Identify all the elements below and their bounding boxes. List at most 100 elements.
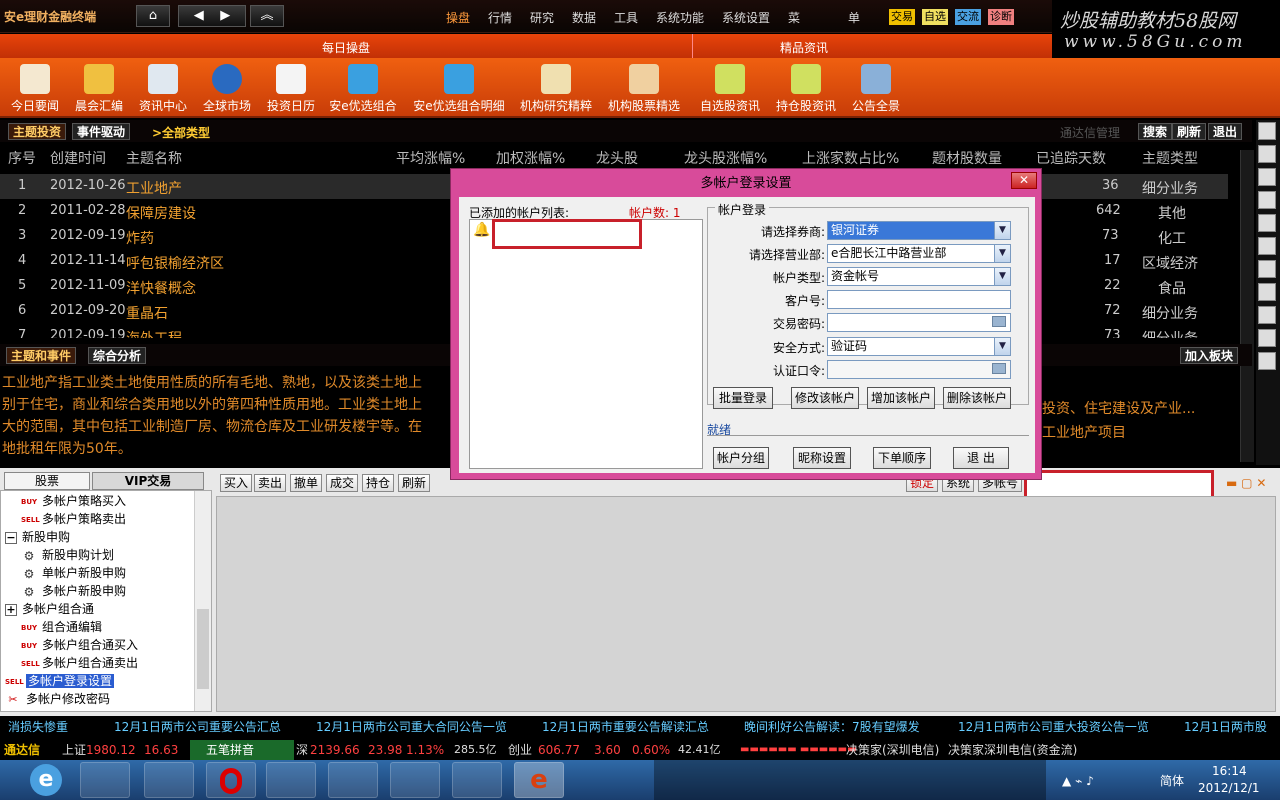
f12-icon[interactable] — [1258, 306, 1276, 324]
modify-account-button[interactable]: 修改该帐户 — [791, 387, 859, 409]
ticker-item[interactable]: 12月1日两市公司重大投资公告一览 — [958, 716, 1149, 738]
ime-indicator[interactable]: 五笔拼音 — [190, 740, 294, 760]
order-sequence-button[interactable]: 下单顺序 — [873, 447, 931, 469]
tray-icons[interactable]: ▲ ⌁ ♪ — [1062, 774, 1094, 788]
ticker-item[interactable]: 12月1日两市重要公告解读汇总 — [542, 716, 709, 738]
ribbon-stock-picks[interactable]: 机构股票精选 — [604, 58, 684, 118]
ribbon-optimal-portfolio[interactable]: 安e优选组合 — [326, 58, 400, 118]
menu-system-settings[interactable]: 系统设置 — [722, 9, 770, 26]
tree-item[interactable]: BUY 多帐户策略买入 — [21, 492, 126, 510]
clock-time[interactable]: 16:14 — [1212, 764, 1247, 778]
collapse-icon[interactable]: − — [5, 531, 17, 544]
f10-icon[interactable] — [1258, 237, 1276, 255]
image-viewer-icon[interactable] — [328, 762, 378, 798]
ribbon-watchlist-news[interactable]: 自选股资讯 — [696, 58, 764, 118]
tab-theme-investment[interactable]: 主题投资 — [8, 123, 67, 140]
chevron-down-icon[interactable]: ▼ — [994, 268, 1010, 285]
ribbon-holdings-news[interactable]: 持仓股资讯 — [774, 58, 838, 118]
account-type-select[interactable]: 资金帐号 ▼ — [827, 267, 1011, 286]
add-account-button[interactable]: 增加该帐户 — [867, 387, 935, 409]
tab-event-driven[interactable]: 事件驱动 — [72, 123, 131, 140]
tree-item[interactable]: BUY 多帐户组合通买入 — [21, 636, 138, 654]
volume-icon[interactable]: ♪ — [1086, 774, 1094, 788]
tab-vip-trade[interactable]: VIP交易 — [92, 472, 204, 490]
tree-item[interactable]: ⚙ 新股申购计划 — [21, 546, 114, 564]
sell-button[interactable]: 卖出 — [254, 474, 287, 492]
keyboard-icon[interactable] — [992, 316, 1006, 327]
account-list[interactable]: 🔔 — [469, 219, 703, 469]
chevron-down-icon[interactable]: ▼ — [994, 245, 1010, 262]
tree-item-selected[interactable]: SELL 多帐户登录设置 — [5, 672, 115, 690]
home-button[interactable]: ⌂ — [136, 5, 170, 27]
tree-item[interactable]: SELL 多帐户组合通卖出 — [21, 654, 138, 672]
filled-button[interactable]: 成交 — [326, 474, 359, 492]
ticker-item[interactable]: 消损失惨重 — [8, 716, 68, 738]
menu-shuju[interactable]: 数据 — [572, 9, 596, 26]
report-icon[interactable] — [1258, 283, 1276, 301]
ticker-item[interactable]: 12月1日两市公司重要公告汇总 — [114, 716, 281, 738]
tree-item[interactable]: − 新股申购 — [5, 528, 70, 546]
menu-caopan[interactable]: 操盘 — [446, 9, 470, 26]
network-icon[interactable]: ⌁ — [1075, 774, 1082, 788]
nickname-button[interactable]: 昵称设置 — [793, 447, 851, 469]
token-input[interactable] — [827, 360, 1011, 379]
menu-dan[interactable]: 单 — [848, 9, 860, 26]
ticker-item[interactable]: 12月1日两市股 — [1184, 716, 1267, 738]
tree-item[interactable]: BUY 组合通编辑 — [21, 618, 102, 636]
delete-account-button[interactable]: 删除该帐户 — [943, 387, 1011, 409]
ribbon-global-market[interactable]: 全球市场 — [198, 58, 256, 118]
search-icon[interactable] — [1258, 352, 1276, 370]
window-controls[interactable]: ▬ ▢ ✕ — [1226, 476, 1266, 490]
chart-icon[interactable] — [1258, 168, 1276, 186]
explorer-icon[interactable] — [80, 762, 130, 798]
ribbon-today-news[interactable]: 今日要闻 — [4, 58, 66, 118]
monitor-icon[interactable] — [144, 762, 194, 798]
candle-icon[interactable] — [1258, 191, 1276, 209]
minimize-icon[interactable]: ▬ — [1226, 476, 1237, 490]
security-select[interactable]: 验证码 ▼ — [827, 337, 1011, 356]
doc-icon[interactable] — [1258, 260, 1276, 278]
list-icon[interactable] — [1258, 214, 1276, 232]
batch-login-button[interactable]: 批量登录 — [713, 387, 773, 409]
buy-button[interactable]: 买入 — [220, 474, 253, 492]
expand-icon[interactable]: + — [5, 603, 17, 616]
tree-item[interactable]: ⚙ 多帐户新股申购 — [21, 582, 126, 600]
tab-diagnose[interactable]: 诊断 — [988, 9, 1014, 25]
ribbon-research[interactable]: 机构研究精粹 — [516, 58, 596, 118]
tool-icon[interactable] — [1258, 122, 1276, 140]
chevron-down-icon[interactable]: ▼ — [994, 222, 1010, 239]
cancel-order-button[interactable]: 撤单 — [290, 474, 323, 492]
tree-scrollbar[interactable] — [194, 491, 211, 711]
up-button[interactable]: ︽ — [250, 5, 284, 27]
doc-app-icon[interactable] — [452, 762, 502, 798]
refresh-button[interactable]: 刷新 — [1172, 123, 1207, 140]
opera-icon[interactable] — [206, 762, 256, 798]
tdx-manage-link[interactable]: 通达信管理 — [1060, 124, 1120, 141]
chevron-down-icon[interactable]: ▼ — [994, 338, 1010, 355]
trading-app-icon[interactable]: e — [514, 762, 564, 798]
table-scrollbar[interactable] — [1240, 150, 1254, 462]
branch-select[interactable]: e合肥长江中路营业部 ▼ — [827, 244, 1011, 263]
restore-icon[interactable]: ▢ — [1241, 476, 1252, 490]
account-group-button[interactable]: 帐户分组 — [713, 447, 769, 469]
position-button[interactable]: 持仓 — [362, 474, 395, 492]
menu-system-functions[interactable]: 系统功能 — [656, 9, 704, 26]
ie-icon[interactable]: e — [30, 764, 62, 796]
scroll-thumb[interactable] — [197, 609, 209, 689]
add-to-sector-button[interactable]: 加入板块 — [1180, 347, 1239, 364]
tab-trade[interactable]: 交易 — [889, 9, 915, 25]
tab-watchlist[interactable]: 自选 — [922, 9, 948, 25]
back-forward-buttons[interactable]: ◀ ▶ — [178, 5, 246, 27]
tree-item[interactable]: ✂ 多帐户修改密码 — [5, 690, 110, 708]
language-indicator[interactable]: 简体 — [1160, 772, 1184, 789]
password-input[interactable] — [827, 313, 1011, 332]
tab-community[interactable]: 交流 — [955, 9, 981, 25]
search-button[interactable]: 搜索 — [1138, 123, 1173, 140]
tree-item[interactable]: ⚙ 单帐户新股申购 — [21, 564, 126, 582]
fx-icon[interactable] — [1258, 329, 1276, 347]
exit-button[interactable]: 退出 — [1208, 123, 1243, 140]
keyboard-icon[interactable] — [992, 363, 1006, 374]
grid-icon[interactable] — [1258, 145, 1276, 163]
tree-item[interactable]: SELL 多帐户策略卖出 — [21, 510, 126, 528]
close-icon[interactable]: ✕ — [1256, 476, 1266, 490]
